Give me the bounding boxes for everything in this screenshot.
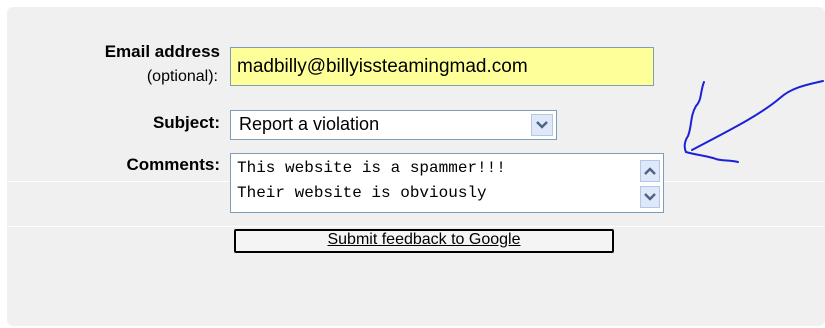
email-sublabel: (optional): — [146, 68, 218, 85]
subject-label: Subject: — [152, 113, 220, 132]
comments-textarea[interactable]: This website is a spammer!!! Their websi… — [230, 153, 664, 213]
email-field[interactable]: madbilly@billyissteamingmad.com — [230, 47, 654, 86]
arrow-up-icon[interactable] — [640, 160, 660, 182]
email-label: Email address — [104, 42, 220, 61]
hand-drawn-arrow-icon — [683, 80, 824, 163]
divider — [7, 226, 825, 227]
subject-select[interactable]: Report a violation — [230, 110, 557, 140]
comments-line: This website is a spammer!!! — [237, 159, 506, 177]
comments-label: Comments: — [126, 155, 220, 174]
submit-feedback-button[interactable]: Submit feedback to Google — [234, 229, 614, 253]
submit-feedback-label: Submit feedback to Google — [327, 231, 521, 248]
comments-line: Their website is obviously — [237, 184, 487, 202]
subject-select-value: Report a violation — [239, 114, 380, 134]
arrow-down-icon[interactable] — [640, 186, 660, 208]
chevron-down-icon[interactable] — [531, 114, 553, 136]
